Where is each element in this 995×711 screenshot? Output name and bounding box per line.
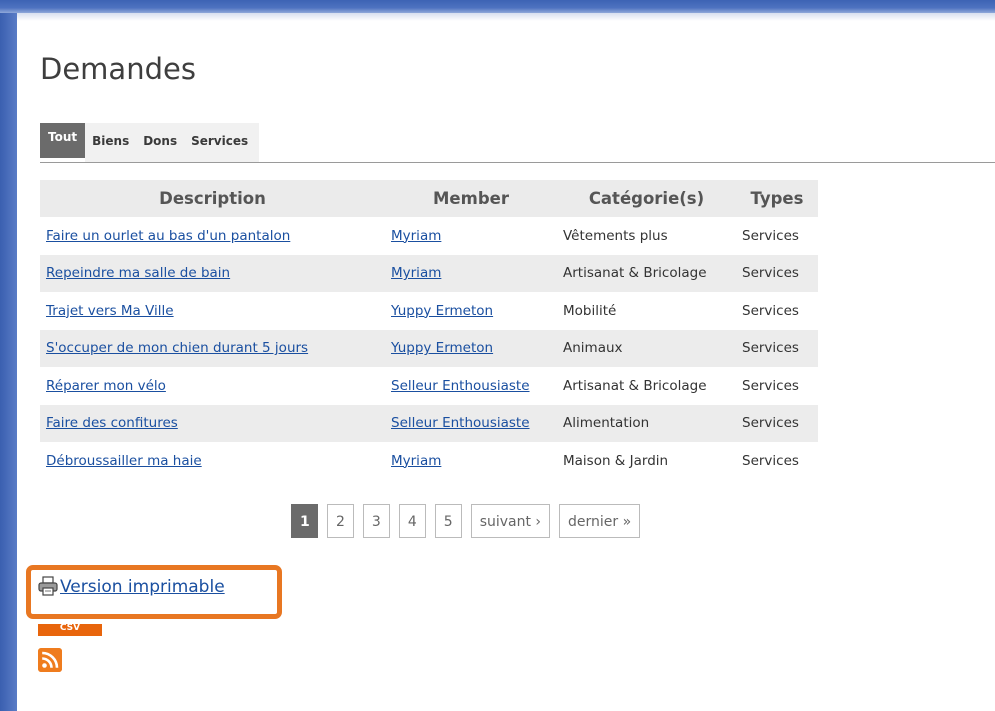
cell-type: Services — [736, 254, 818, 292]
member-link[interactable]: Selleur Enthousiaste — [391, 378, 530, 394]
description-link[interactable]: Réparer mon vélo — [46, 378, 166, 394]
cell-member: Selleur Enthousiaste — [385, 367, 557, 405]
cell-member: Myriam — [385, 442, 557, 480]
cell-member: Yuppy Ermeton — [385, 292, 557, 330]
page-current: 1 — [291, 504, 318, 538]
cell-member: Myriam — [385, 254, 557, 292]
tab-tout[interactable]: Tout — [40, 123, 86, 158]
table-row: Repeindre ma salle de bain Myriam Artisa… — [40, 254, 818, 292]
cell-description: Faire un ourlet au bas d'un pantalon — [40, 217, 385, 255]
cell-category: Artisanat & Bricolage — [557, 254, 736, 292]
window-top-border — [0, 0, 995, 13]
description-link[interactable]: Faire un ourlet au bas d'un pantalon — [46, 228, 290, 244]
description-link[interactable]: Trajet vers Ma Ville — [46, 303, 174, 319]
cell-type: Services — [742, 302, 799, 319]
table-header-row: Description Member Catégorie(s) Types — [40, 180, 818, 217]
member-link[interactable]: Myriam — [391, 265, 441, 281]
table-row: Réparer mon vélo Selleur Enthousiaste Ar… — [40, 367, 818, 405]
cell-type: Services — [736, 404, 818, 442]
cell-description: Faire des confitures — [40, 404, 385, 442]
column-header-category[interactable]: Catégorie(s) — [557, 180, 736, 217]
cell-member: Yuppy Ermeton — [385, 329, 557, 367]
cell-category: Animaux — [557, 329, 736, 367]
column-header-types[interactable]: Types — [736, 180, 818, 217]
window-left-border — [0, 0, 17, 711]
table-row: Faire un ourlet au bas d'un pantalon Myr… — [40, 217, 818, 255]
pagination: 1 2 3 4 5 suivant › dernier » — [291, 504, 641, 538]
last-page-button[interactable]: dernier » — [559, 504, 641, 538]
cell-category: Vêtements plus — [563, 227, 668, 244]
cell-description: Réparer mon vélo — [40, 367, 385, 405]
cell-category: Mobilité — [563, 302, 617, 319]
member-link[interactable]: Yuppy Ermeton — [391, 303, 493, 319]
cell-description: Débroussailler ma haie — [40, 442, 385, 480]
tabs-underline — [40, 162, 995, 163]
table-row: Trajet vers Ma Ville Yuppy Ermeton Mobil… — [40, 292, 818, 330]
cell-member: Myriam — [385, 217, 557, 255]
cell-type: Services — [742, 377, 799, 394]
member-link[interactable]: Yuppy Ermeton — [391, 340, 493, 356]
table-row: S'occuper de mon chien durant 5 jours Yu… — [40, 329, 818, 367]
cell-type: Services — [742, 452, 799, 469]
cell-type: Services — [742, 227, 799, 244]
page-link-4[interactable]: 4 — [398, 504, 426, 538]
next-page-button[interactable]: suivant › — [470, 504, 551, 538]
description-link[interactable]: Débroussailler ma haie — [46, 453, 202, 469]
description-link[interactable]: Faire des confitures — [46, 415, 178, 431]
cell-description: S'occuper de mon chien durant 5 jours — [40, 329, 385, 367]
page-title: Demandes — [40, 52, 196, 86]
csv-export-button[interactable]: CSV — [38, 624, 102, 636]
tab-services[interactable]: Services — [184, 123, 256, 162]
tab-biens[interactable]: Biens — [85, 123, 137, 162]
description-link[interactable]: Repeindre ma salle de bain — [46, 265, 230, 281]
cell-type: Services — [736, 329, 818, 367]
table-row: Faire des confitures Selleur Enthousiast… — [40, 404, 818, 442]
page-link-2[interactable]: 2 — [327, 504, 354, 538]
member-link[interactable]: Myriam — [391, 228, 441, 244]
header-fade — [17, 13, 995, 21]
cell-description: Trajet vers Ma Ville — [40, 292, 385, 330]
cell-member: Selleur Enthousiaste — [385, 404, 557, 442]
column-header-description[interactable]: Description — [40, 180, 385, 217]
member-link[interactable]: Myriam — [391, 453, 441, 469]
cell-description: Repeindre ma salle de bain — [40, 254, 385, 292]
column-header-member[interactable]: Member — [385, 180, 557, 217]
tabs-padding — [255, 123, 260, 162]
rss-icon[interactable] — [38, 648, 62, 672]
tab-dons[interactable]: Dons — [136, 123, 185, 162]
requests-table: Description Member Catégorie(s) Types Fa… — [40, 180, 818, 480]
printer-icon[interactable] — [37, 575, 59, 597]
page-link-5[interactable]: 5 — [434, 504, 462, 538]
cell-category: Alimentation — [557, 404, 736, 442]
member-link[interactable]: Selleur Enthousiaste — [391, 415, 530, 431]
page-link-3[interactable]: 3 — [362, 504, 390, 538]
filter-tabs: Tout Biens Dons Services — [40, 123, 260, 162]
cell-category: Artisanat & Bricolage — [563, 377, 707, 394]
printable-version: Version imprimable — [37, 575, 225, 597]
cell-category: Maison & Jardin — [563, 452, 669, 469]
printable-version-link[interactable]: Version imprimable — [60, 577, 225, 597]
table-row: Débroussailler ma haie Myriam Maison & J… — [40, 442, 818, 480]
description-link[interactable]: S'occuper de mon chien durant 5 jours — [46, 340, 308, 356]
